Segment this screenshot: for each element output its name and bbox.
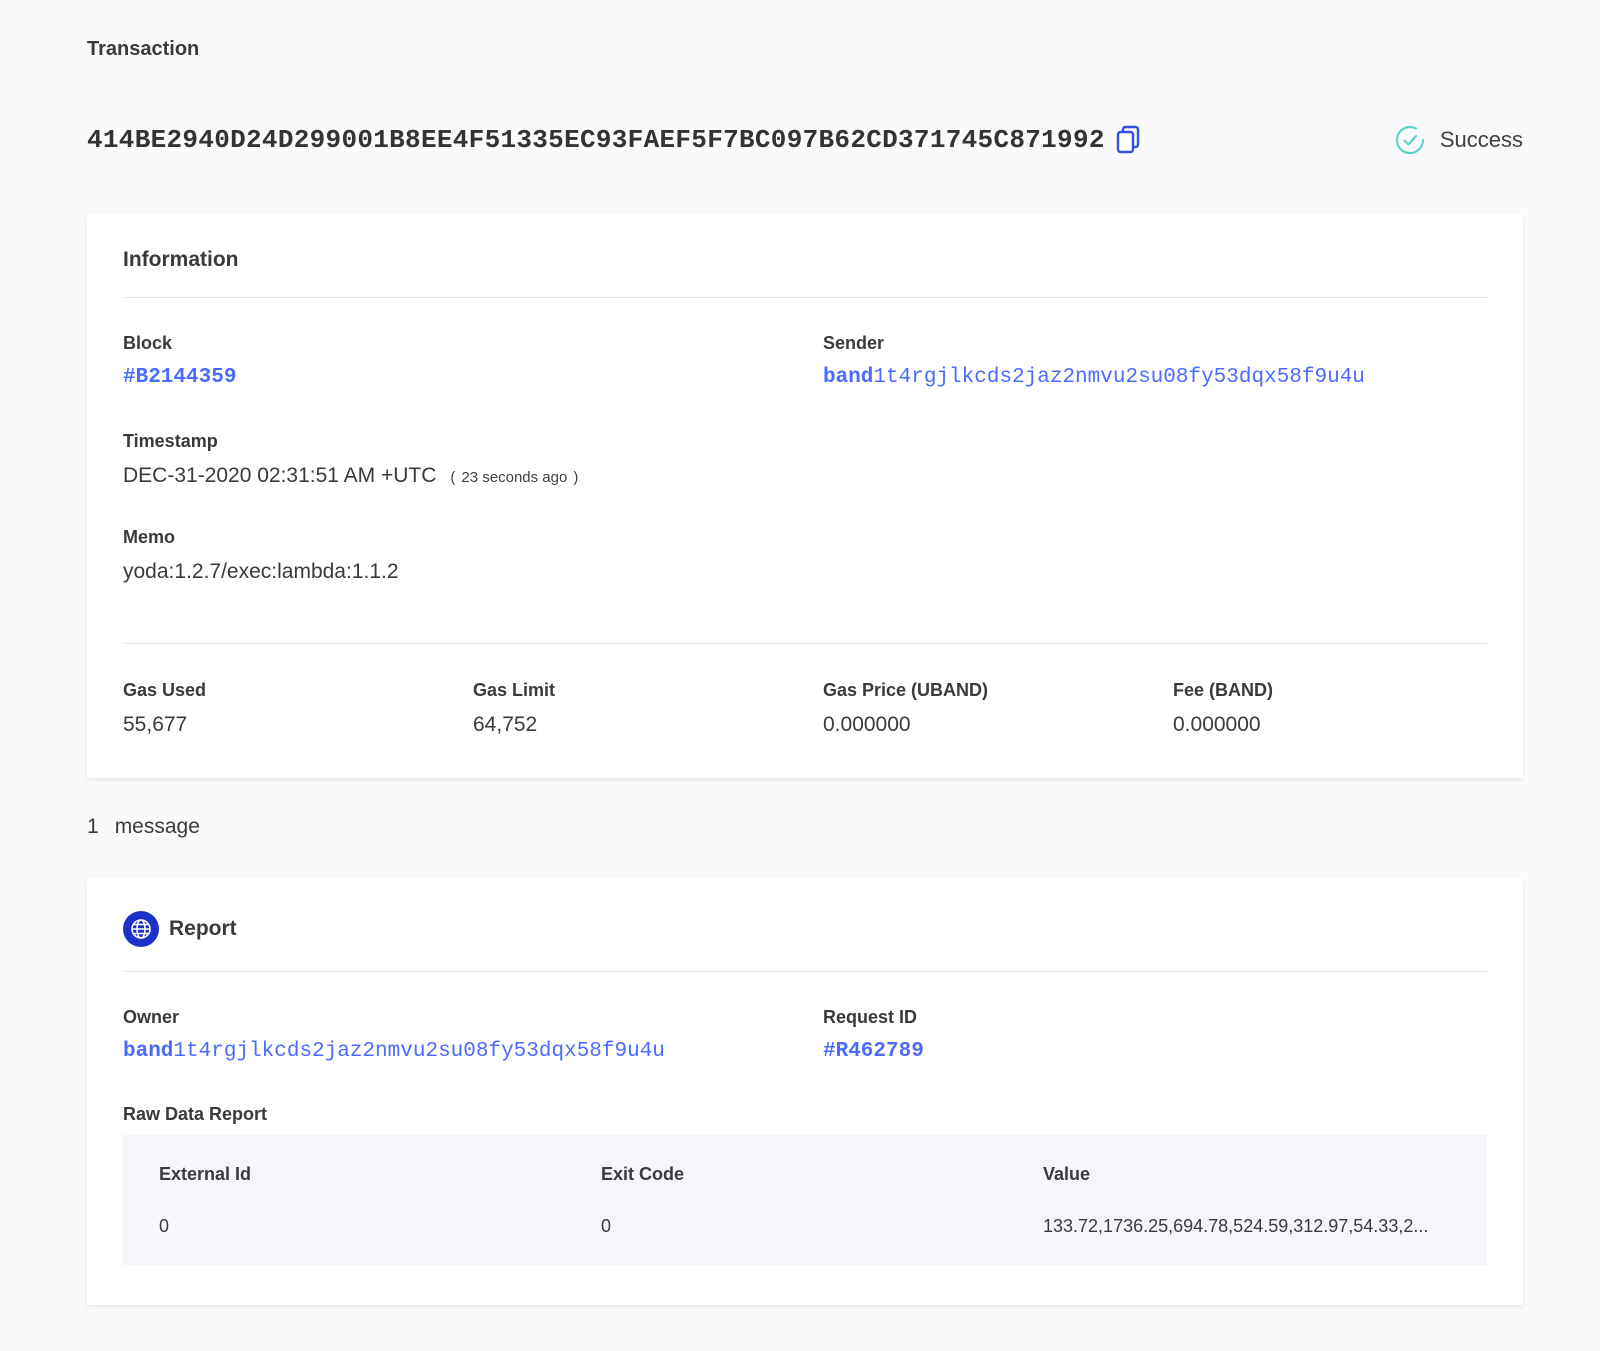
copy-icon[interactable] — [1115, 125, 1141, 155]
check-circle-icon — [1394, 124, 1426, 156]
sender-address-link[interactable]: band1t4rgjlkcds2jaz2nmvu2su08fy53dqx58f9… — [823, 366, 1365, 389]
timestamp-value: DEC-31-2020 02:31:51 AM +UTC (23 seconds … — [123, 464, 584, 488]
gas-used-value: 55,677 — [123, 713, 188, 736]
report-card: Report Owner band1t4rgjlkcds2jaz2nmvu2su… — [87, 877, 1523, 1305]
address-prefix: band — [123, 1040, 174, 1063]
message-count-number: 1 — [87, 815, 99, 838]
tx-hash: 414BE2940D24D299001B8EE4F51335EC93FAEF5F… — [87, 125, 1105, 155]
timestamp-field: Timestamp DEC-31-2020 02:31:51 AM +UTC (2… — [123, 431, 584, 488]
memo-value: yoda:1.2.7/exec:lambda:1.1.2 — [123, 560, 399, 583]
gas-price-label: Gas Price (UBAND) — [823, 680, 989, 700]
raw-data-label: Raw Data Report — [123, 1104, 268, 1124]
transaction-header: 414BE2940D24D299001B8EE4F51335EC93FAEF5F… — [87, 118, 1523, 162]
block-label: Block — [123, 333, 173, 353]
request-id-label: Request ID — [823, 1007, 918, 1027]
raw-cell-external-id: 0 — [159, 1216, 170, 1236]
address-body: 1t4rgjlkcds2jaz2nmvu2su08fy53dqx58f9u4u — [873, 366, 1365, 389]
ago-close-paren: ) — [573, 469, 579, 486]
ago-text: 23 seconds ago — [461, 469, 568, 486]
gas-used-label: Gas Used — [123, 680, 207, 700]
raw-header-value: Value — [1043, 1164, 1091, 1184]
memo-field: Memo yoda:1.2.7/exec:lambda:1.1.2 — [123, 527, 399, 584]
report-title: Report — [169, 917, 237, 940]
raw-data-table: External Id Exit Code Value 0 0 133.72,1… — [123, 1135, 1487, 1265]
message-count: 1 message — [87, 815, 200, 839]
address-body: 1t4rgjlkcds2jaz2nmvu2su08fy53dqx58f9u4u — [173, 1040, 665, 1063]
owner-address-link[interactable]: band1t4rgjlkcds2jaz2nmvu2su08fy53dqx58f9… — [123, 1040, 665, 1063]
fee-label: Fee (BAND) — [1173, 680, 1274, 700]
gas-price-field: Gas Price (UBAND) 0.000000 — [823, 680, 988, 737]
divider — [123, 971, 1487, 972]
gas-limit-value: 64,752 — [473, 713, 538, 736]
page-label: Transaction — [87, 38, 200, 60]
raw-header-exit-code: Exit Code — [601, 1164, 685, 1184]
divider — [123, 643, 1487, 644]
timestamp-label: Timestamp — [123, 431, 218, 451]
block-field: Block #B2144359 — [123, 333, 236, 389]
gas-limit-field: Gas Limit 64,752 — [473, 680, 555, 737]
gas-price-value: 0.000000 — [823, 713, 911, 736]
information-card: Information Block #B2144359 Sender band1… — [87, 213, 1523, 778]
sender-label: Sender — [823, 333, 885, 353]
owner-field: Owner band1t4rgjlkcds2jaz2nmvu2su08fy53d… — [123, 1007, 665, 1063]
ago-open-paren: ( — [450, 469, 456, 486]
tx-hash-group: 414BE2940D24D299001B8EE4F51335EC93FAEF5F… — [87, 125, 1141, 155]
request-id-link[interactable]: #R462789 — [823, 1040, 924, 1063]
message-count-label: message — [114, 815, 200, 838]
memo-label: Memo — [123, 527, 176, 547]
block-link[interactable]: #B2144359 — [123, 366, 236, 389]
globe-icon — [123, 911, 159, 947]
raw-cell-exit-code: 0 — [601, 1216, 612, 1236]
timestamp-text: DEC-31-2020 02:31:51 AM +UTC — [123, 464, 437, 487]
sender-field: Sender band1t4rgjlkcds2jaz2nmvu2su08fy53… — [823, 333, 1365, 389]
request-id-field: Request ID #R462789 — [823, 1007, 924, 1063]
gas-limit-label: Gas Limit — [473, 680, 556, 700]
report-header: Report — [123, 911, 237, 947]
transaction-page: Transaction 414BE2940D24D299001B8EE4F513… — [0, 0, 1600, 1351]
information-title: Information — [123, 248, 239, 271]
raw-header-external-id: External Id — [159, 1164, 252, 1184]
fee-field: Fee (BAND) 0.000000 — [1173, 680, 1273, 737]
fee-value: 0.000000 — [1173, 713, 1261, 736]
timestamp-ago: (23 seconds ago) — [444, 469, 584, 486]
status-text: Success — [1439, 127, 1523, 152]
gas-used-field: Gas Used 55,677 — [123, 680, 206, 737]
divider — [123, 297, 1487, 298]
raw-data-field: Raw Data Report — [123, 1104, 267, 1125]
raw-cell-value: 133.72,1736.25,694.78,524.59,312.97,54.3… — [1043, 1216, 1429, 1236]
address-prefix: band — [823, 366, 874, 389]
owner-label: Owner — [123, 1007, 180, 1027]
status-badge: Success — [1394, 124, 1523, 156]
